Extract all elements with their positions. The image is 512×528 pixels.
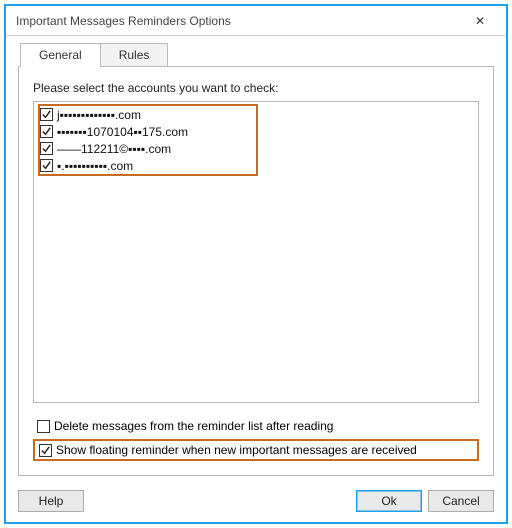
delete-option-row[interactable]: Delete messages from the reminder list a… xyxy=(33,417,479,435)
delete-option-label: Delete messages from the reminder list a… xyxy=(54,419,333,433)
account-row[interactable]: ——112211©▪▪▪▪.com xyxy=(40,140,472,157)
account-row[interactable]: ▪.▪▪▪▪▪▪▪▪▪▪.com xyxy=(40,157,472,174)
cancel-button[interactable]: Cancel xyxy=(428,490,494,512)
check-icon xyxy=(41,143,52,154)
account-label: ▪.▪▪▪▪▪▪▪▪▪▪.com xyxy=(57,159,133,173)
account-label: j▪▪▪▪▪▪▪▪▪▪▪▪▪.com xyxy=(57,108,141,122)
button-row: Help Ok Cancel xyxy=(6,484,506,522)
tab-rules-label: Rules xyxy=(119,48,150,62)
account-checkbox[interactable] xyxy=(40,142,53,155)
window-title: Important Messages Reminders Options xyxy=(16,14,460,28)
check-icon xyxy=(41,109,52,120)
tab-general[interactable]: General xyxy=(20,43,101,67)
account-checkbox[interactable] xyxy=(40,125,53,138)
account-row[interactable]: ▪▪▪▪▪▪▪1070104▪▪175.com xyxy=(40,123,472,140)
account-row[interactable]: j▪▪▪▪▪▪▪▪▪▪▪▪▪.com xyxy=(40,106,472,123)
help-button[interactable]: Help xyxy=(18,490,84,512)
tab-general-label: General xyxy=(39,48,82,62)
check-icon xyxy=(40,445,51,456)
account-checkbox[interactable] xyxy=(40,159,53,172)
dialog-content: General Rules Please select the accounts… xyxy=(6,36,506,484)
close-button[interactable]: ✕ xyxy=(460,7,500,35)
close-icon: ✕ xyxy=(475,14,485,28)
account-checkbox[interactable] xyxy=(40,108,53,121)
general-panel: Please select the accounts you want to c… xyxy=(18,66,494,476)
check-icon xyxy=(41,160,52,171)
delete-checkbox[interactable] xyxy=(37,420,50,433)
accounts-prompt: Please select the accounts you want to c… xyxy=(33,81,479,95)
help-button-label: Help xyxy=(39,494,64,508)
tabstrip: General Rules xyxy=(20,43,494,67)
dialog-window: Important Messages Reminders Options ✕ G… xyxy=(4,4,508,524)
check-icon xyxy=(41,126,52,137)
ok-button-label: Ok xyxy=(381,494,396,508)
floating-option-label: Show floating reminder when new importan… xyxy=(56,443,417,457)
options-area: Delete messages from the reminder list a… xyxy=(33,417,479,465)
titlebar: Important Messages Reminders Options ✕ xyxy=(6,6,506,36)
account-label: ——112211©▪▪▪▪.com xyxy=(57,142,171,156)
ok-button[interactable]: Ok xyxy=(356,490,422,512)
tab-rules[interactable]: Rules xyxy=(100,43,169,67)
button-spacer xyxy=(90,490,350,512)
floating-option-row[interactable]: Show floating reminder when new importan… xyxy=(33,439,479,461)
floating-checkbox[interactable] xyxy=(39,444,52,457)
account-label: ▪▪▪▪▪▪▪1070104▪▪175.com xyxy=(57,125,188,139)
cancel-button-label: Cancel xyxy=(442,494,479,508)
accounts-listbox[interactable]: j▪▪▪▪▪▪▪▪▪▪▪▪▪.com ▪▪▪▪▪▪▪1070104▪▪175.c… xyxy=(33,101,479,403)
